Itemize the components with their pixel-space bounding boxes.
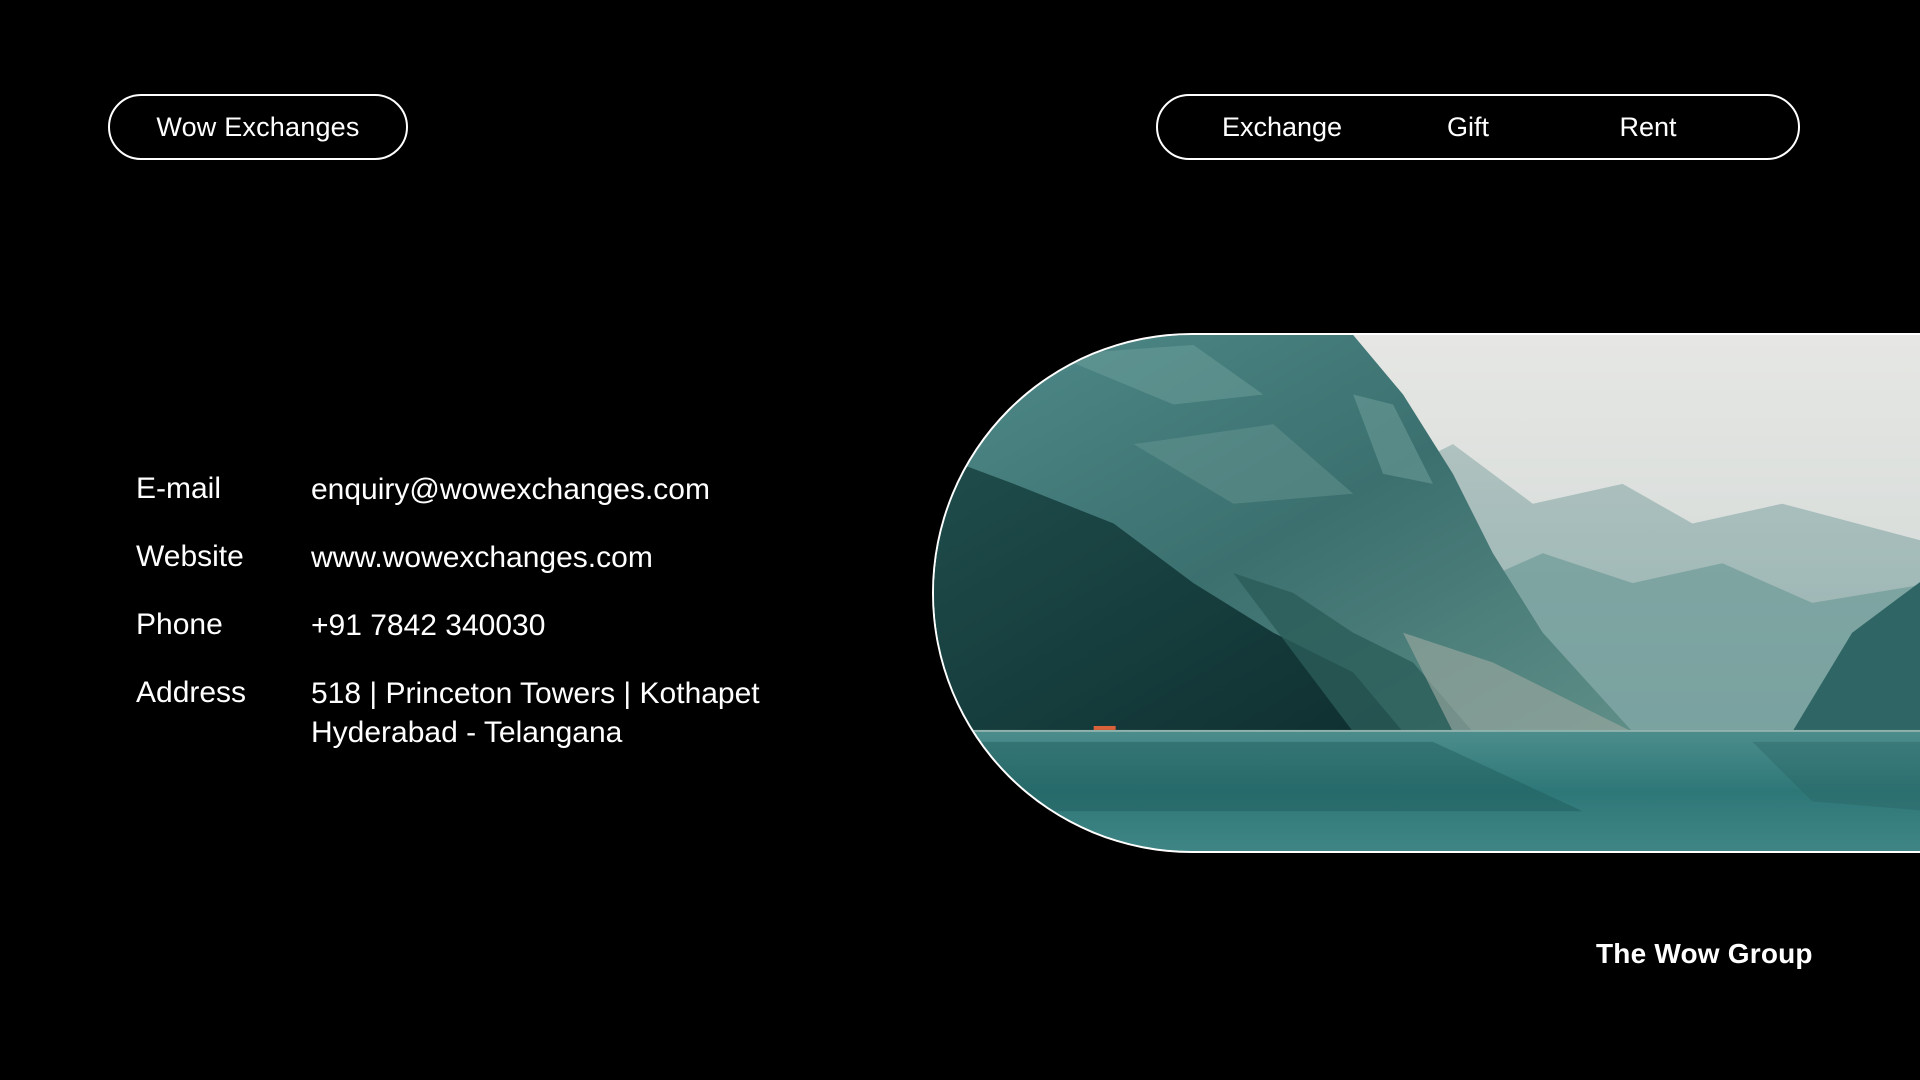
nav-item-gift[interactable]: Gift [1408,96,1528,158]
address-row: Address 518 | Princeton Towers | Kothape… [136,674,760,752]
nav-item-gift-label: Gift [1446,111,1489,142]
address-label: Address [136,676,247,709]
email-label: E-mail [136,472,222,505]
address-line-1: 518 | Princeton Towers | Kothapet [311,677,760,710]
website-label: Website [136,540,244,573]
phone-row: Phone +91 7842 340030 [136,606,760,645]
mountain-lake-illustration [934,335,1920,851]
group-name: The Wow Group [1596,938,1813,969]
contact-details: E-mail enquiry@wowexchanges.com Website … [136,470,760,781]
address-line-2: Hyderabad - Telangana [311,716,623,749]
phone-link[interactable]: +91 7842 340030 [311,606,545,645]
brand-label: Wow Exchanges [156,111,360,142]
top-nav: Exchange Gift Rent [1156,94,1800,160]
landscape-photo [932,333,1920,853]
email-row: E-mail enquiry@wowexchanges.com [136,470,760,509]
nav-item-exchange[interactable]: Exchange [1202,96,1362,158]
brand-button[interactable]: Wow Exchanges [108,94,408,160]
nav-item-rent[interactable]: Rent [1578,96,1718,158]
phone-label: Phone [136,608,223,641]
website-link[interactable]: www.wowexchanges.com [311,538,653,577]
website-row: Website www.wowexchanges.com [136,538,760,577]
nav-item-rent-label: Rent [1619,111,1677,142]
email-link[interactable]: enquiry@wowexchanges.com [311,470,710,509]
page: Wow Exchanges Exchange Gift Rent E-mail … [0,0,1920,1080]
nav-item-exchange-label: Exchange [1221,111,1343,142]
address-value: 518 | Princeton Towers | Kothapet Hydera… [311,674,760,752]
